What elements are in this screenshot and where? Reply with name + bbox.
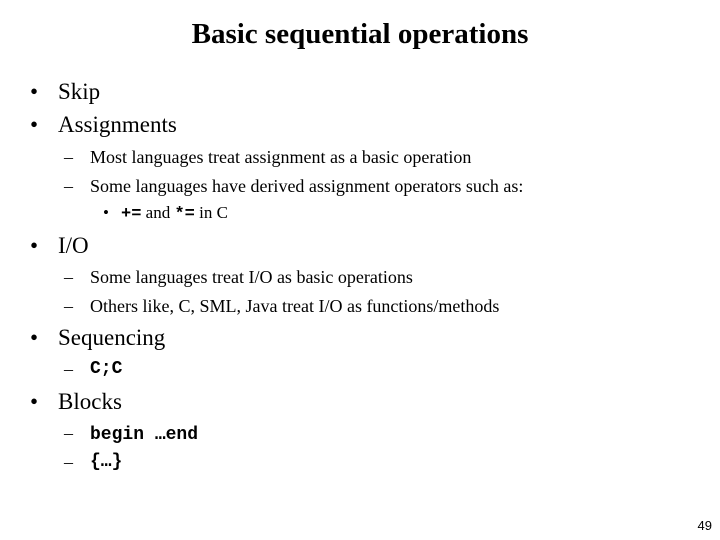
sub-assignments-2-text: Some languages have derived assignment o…: [90, 176, 524, 196]
sub-sub-assignments-ops: • += and *= in C: [103, 202, 228, 224]
braces-code: {…}: [90, 452, 123, 472]
dash-icon: –: [64, 452, 73, 472]
dash-icon: –: [64, 296, 73, 316]
sub-io-1-text: Some languages treat I/O as basic operat…: [90, 267, 413, 287]
sub-io-2: – Others like, C, SML, Java treat I/O as…: [64, 295, 499, 317]
end-keyword: …end: [144, 425, 199, 445]
dash-icon: –: [64, 267, 73, 287]
dash-icon: –: [64, 147, 73, 167]
bullet-icon: •: [30, 233, 39, 258]
bullet-assignments: • Assignments: [30, 111, 177, 139]
op-times-equals: *=: [174, 205, 195, 224]
in-c-text: in C: [194, 203, 228, 222]
sub-assignments-2: – Some languages have derived assignment…: [64, 175, 523, 197]
sub-io-1: – Some languages treat I/O as basic oper…: [64, 266, 413, 288]
sub-blocks-1: – begin …end: [64, 422, 198, 445]
bullet-icon: •: [30, 79, 39, 104]
dash-icon: –: [64, 423, 73, 443]
page-number: 49: [697, 518, 712, 533]
bullet-blocks: • Blocks: [30, 388, 122, 416]
sub-io-2-text: Others like, C, SML, Java treat I/O as f…: [90, 296, 500, 316]
bullet-sequencing-label: Sequencing: [58, 325, 166, 350]
sub-assignments-1-text: Most languages treat assignment as a bas…: [90, 147, 472, 167]
bullet-blocks-label: Blocks: [58, 389, 122, 414]
bullet-io: • I/O: [30, 232, 89, 260]
bullet-io-label: I/O: [58, 233, 89, 258]
bullet-icon: •: [30, 389, 39, 414]
bullet-icon: •: [30, 325, 39, 350]
sub-blocks-2: – {…}: [64, 451, 122, 473]
bullet-skip-label: Skip: [58, 79, 101, 104]
and-text: and: [141, 203, 175, 222]
small-bullet-icon: •: [103, 203, 109, 222]
dash-icon: –: [64, 176, 73, 196]
op-plus-equals: +=: [121, 205, 142, 224]
bullet-icon: •: [30, 112, 39, 137]
bullet-assignments-label: Assignments: [58, 112, 177, 137]
dash-icon: –: [64, 359, 73, 379]
sequencing-code: C;C: [90, 359, 123, 379]
begin-keyword: begin: [90, 425, 145, 445]
bullet-sequencing: • Sequencing: [30, 324, 165, 352]
bullet-skip: • Skip: [30, 78, 100, 106]
slide-title: Basic sequential operations: [191, 18, 529, 50]
sub-sequencing-1: – C;C: [64, 358, 122, 380]
sub-assignments-1: – Most languages treat assignment as a b…: [64, 146, 471, 168]
